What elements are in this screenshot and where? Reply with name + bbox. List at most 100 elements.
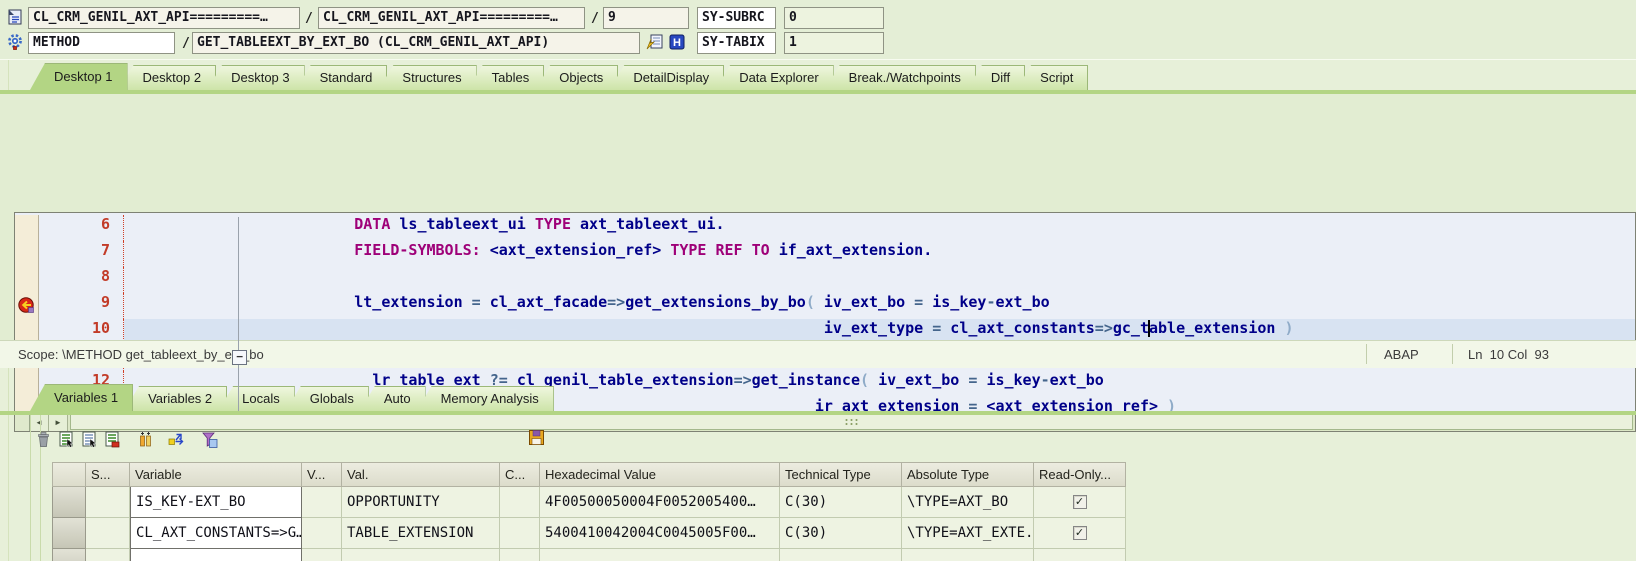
readonly-checkbox-checked[interactable]: ✓ [1072, 495, 1087, 509]
desktop-tab-strip: Desktop 1 Desktop 2 Desktop 3 Standard Struc… [0, 60, 1636, 94]
cell-val-row-1: OPPORTUNITY [342, 487, 500, 518]
tab-desktop-3[interactable]: Desktop 3 [207, 65, 305, 90]
scrollbar-track[interactable] [68, 413, 1635, 431]
col-header-val[interactable]: Val. [342, 462, 500, 487]
table-select-icon[interactable] [80, 430, 99, 449]
tab-tables[interactable]: Tables [467, 65, 545, 90]
line-number: 6 [39, 215, 124, 241]
sy-subrc-value-field[interactable]: 0 [784, 7, 884, 29]
cell-tech-row-1: C(30) [780, 487, 902, 518]
row-selector[interactable] [52, 518, 86, 549]
vtab-variables-2[interactable]: Variables 2 [124, 386, 228, 411]
cell-hex-row-2: 5400410042004C0045005F00… [540, 518, 780, 549]
cell-c-row-2 [500, 518, 540, 549]
cell-readonly-row-2: ✓ [1034, 518, 1126, 549]
col-header-c[interactable]: C... [500, 462, 540, 487]
code-text[interactable] [124, 267, 1635, 293]
filter-icon[interactable] [200, 430, 219, 449]
table-view-icon[interactable] [57, 430, 76, 449]
row-selector[interactable] [52, 549, 86, 561]
tab-desktop-2[interactable]: Desktop 2 [118, 65, 217, 90]
breakpoint-margin[interactable] [15, 293, 39, 319]
tab-data-explorer[interactable]: Data Explorer [715, 65, 834, 90]
scrollbar-grip [843, 418, 860, 426]
line-number: 8 [39, 267, 124, 293]
main-program-field[interactable]: CL_CRM_GENIL_AXT_API=========… [28, 7, 300, 29]
cell-s-row-2 [86, 518, 130, 549]
vtab-locals[interactable]: Locals [218, 386, 295, 411]
cell-s-row-3 [86, 549, 130, 561]
tab-script[interactable]: Script [1016, 65, 1089, 90]
col-header-hexadecimal-value[interactable]: Hexadecimal Value [540, 462, 780, 487]
event-name-field[interactable]: GET_TABLEEXT_BY_EXT_BO (CL_CRM_GENIL_AXT… [192, 32, 640, 54]
cell-abs-row-1: \TYPE=AXT_BO [902, 487, 1034, 518]
variables-tab-strip: Variables 1 Variables 2 Locals Globals Auto M… [0, 383, 1636, 415]
select-all-header-cell[interactable] [52, 462, 86, 487]
sy-tabix-label-field[interactable]: SY-TABIX [697, 32, 776, 54]
tab-standard[interactable]: Standard [295, 65, 388, 90]
cell-val-row-2: TABLE_EXTENSION [342, 518, 500, 549]
line-number: 9 [39, 293, 124, 319]
cell-c-row-3 [500, 549, 540, 561]
readonly-checkbox-checked[interactable]: ✓ [1072, 526, 1087, 540]
scrollbar-thumb[interactable] [70, 414, 1633, 430]
code-line-7: 7 FIELD-SYMBOLS: <axt_extension_ref> TYP… [15, 241, 1635, 267]
tab-detaildisplay[interactable]: DetailDisplay [609, 65, 725, 90]
col-header-technical-type[interactable]: Technical Type [780, 462, 902, 487]
vtab-variables-1[interactable]: Variables 1 [30, 384, 134, 411]
delete-icon[interactable] [34, 430, 53, 449]
col-header-s[interactable]: S... [86, 462, 130, 487]
table-modify-icon[interactable] [103, 430, 122, 449]
include-field[interactable]: CL_CRM_GENIL_AXT_API=========… [318, 7, 585, 29]
navigate-icon[interactable] [167, 430, 186, 449]
cell-val-row-3 [342, 549, 500, 561]
sy-subrc-label-field[interactable]: SY-SUBRC [697, 7, 776, 29]
code-line-8: 8 [15, 267, 1635, 293]
breakpoint-margin[interactable] [15, 241, 39, 267]
cell-variable-row-3[interactable] [130, 549, 302, 561]
panel-splitter-line [30, 415, 31, 561]
cell-hex-row-3 [540, 549, 780, 561]
vtab-memory-analysis[interactable]: Memory Analysis [416, 386, 554, 411]
cell-variable-row-1[interactable]: IS_KEY-EXT_BO [130, 487, 302, 518]
variables-table: S... Variable V... Val. C... Hexadecimal Valu… [52, 462, 1162, 561]
compare-icon[interactable] [136, 430, 155, 449]
variables-toolbar [34, 429, 223, 449]
cell-v-row-1 [302, 487, 342, 518]
breakpoint-margin[interactable] [15, 215, 39, 241]
fold-collapse-icon[interactable] [232, 350, 247, 365]
breakpoint-margin[interactable] [15, 267, 39, 293]
table-header-row: S... Variable V... Val. C... Hexadecimal Valu… [52, 462, 1162, 487]
code-text[interactable]: lt_extension = cl_axt_facade=>get_extens… [124, 293, 1635, 319]
sy-tabix-value-field[interactable]: 1 [784, 32, 884, 54]
tab-desktop-1[interactable]: Desktop 1 [30, 63, 128, 90]
code-text[interactable]: DATA ls_tableext_ui TYPE axt_tableext_ui… [124, 215, 1635, 241]
code-text[interactable]: FIELD-SYMBOLS: <axt_extension_ref> TYPE … [124, 241, 1635, 267]
vtab-globals[interactable]: Globals [285, 386, 369, 411]
col-header-v[interactable]: V... [302, 462, 342, 487]
status-separator [1452, 344, 1453, 364]
col-header-absolute-type[interactable]: Absolute Type [902, 462, 1034, 487]
cell-s-row-1 [86, 487, 130, 518]
row-selector[interactable] [52, 487, 86, 518]
save-icon[interactable] [527, 428, 546, 447]
cell-abs-row-3 [902, 549, 1034, 561]
sap-abap-debugger-window: CL_CRM_GENIL_AXT_API=========… / CL_CRM_… [0, 0, 1636, 561]
cell-variable-row-2[interactable]: CL_AXT_CONSTANTS=>G… [130, 518, 302, 549]
col-header-variable[interactable]: Variable [130, 462, 302, 487]
tab-structures[interactable]: Structures [378, 65, 477, 90]
event-kind-field[interactable]: METHOD [28, 32, 175, 54]
vtab-auto[interactable]: Auto [359, 386, 426, 411]
info-icon[interactable]: H [668, 33, 686, 51]
cell-v-row-3 [302, 549, 342, 561]
code-structure-line [238, 217, 239, 411]
tab-objects[interactable]: Objects [535, 65, 619, 90]
goto-statement-icon[interactable] [646, 33, 664, 51]
tab-break-watchpoints[interactable]: Break./Watchpoints [824, 65, 976, 90]
col-header-read-only[interactable]: Read-Only... [1034, 462, 1126, 487]
line-number-field[interactable]: 9 [603, 7, 689, 29]
cursor-position-label: Ln 10 Col 93 [1468, 347, 1549, 362]
separator-slash: / [591, 11, 599, 26]
scrollbar-splitter-handle[interactable] [15, 413, 30, 431]
cell-tech-row-3 [780, 549, 902, 561]
